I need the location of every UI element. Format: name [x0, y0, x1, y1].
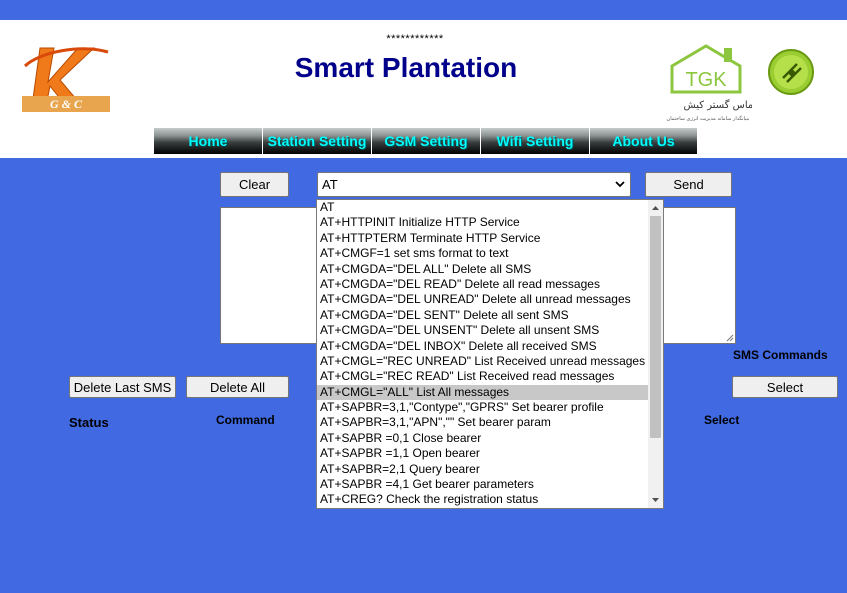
dropdown-option[interactable]: AT+CMGDA="DEL ALL" Delete all SMS [317, 262, 649, 277]
sms-commands-label: SMS Commands [733, 348, 828, 362]
dropdown-option[interactable]: AT+SAPBR=3,1,"Contype","GPRS" Set bearer… [317, 400, 649, 415]
dropdown-option[interactable]: AT+HTTPTERM Terminate HTTP Service [317, 231, 649, 246]
delete-all-button[interactable]: Delete All [186, 376, 289, 398]
header: G & C ************ Smart Plantation TGK … [0, 20, 847, 158]
dropdown-scrollbar[interactable] [648, 200, 663, 508]
dropdown-option[interactable]: AT+CMGL="REC UNREAD" List Received unrea… [317, 354, 649, 369]
dropdown-option[interactable]: AT+HTTPINIT Initialize HTTP Service [317, 215, 649, 230]
chevron-down-icon [615, 181, 625, 188]
dropdown-option[interactable]: AT+CMGDA="DEL SENT" Delete all sent SMS [317, 308, 649, 323]
nav-home[interactable]: Home [154, 128, 263, 154]
dropdown-option[interactable]: AT+CMGDA="DEL UNSENT" Delete all unsent … [317, 323, 649, 338]
tgk-logo-tagline: بنیانگذار سامانه مدیریت انرژی ساختمان [667, 115, 750, 122]
dropdown-option[interactable]: AT+CMGDA="DEL INBOX" Delete all received… [317, 339, 649, 354]
dropdown-option[interactable]: AT+SAPBR =0,1 Close bearer [317, 431, 649, 446]
delete-last-sms-button[interactable]: Delete Last SMS [69, 376, 176, 398]
resize-handle-icon[interactable] [725, 333, 734, 342]
dropdown-option[interactable]: AT+SAPBR =1,1 Open bearer [317, 446, 649, 461]
dropdown-option[interactable]: AT+SAPBR=2,1 Query bearer [317, 462, 649, 477]
dropdown-options: AT AT+HTTPINIT Initialize HTTP Service AT+… [317, 200, 649, 508]
dropdown-option[interactable]: AT+CMGF=1 set sms format to text [317, 246, 649, 261]
nav-about-us[interactable]: About Us [590, 128, 697, 154]
dropdown-option[interactable]: AT+CREG? Check the registration status [317, 492, 649, 507]
nav-wifi-setting[interactable]: Wifi Setting [481, 128, 590, 154]
status-header: Status [69, 415, 109, 430]
select-button[interactable]: Select [732, 376, 838, 398]
dropdown-option[interactable]: AT [317, 200, 649, 215]
nav-station-setting[interactable]: Station Setting [263, 128, 372, 154]
dropdown-option[interactable]: AT+SAPBR=3,1,"APN","" Set bearer param [317, 415, 649, 430]
command-select[interactable]: AT [317, 172, 631, 197]
dropdown-option[interactable]: AT+CMGL="REC READ" List Received read me… [317, 369, 649, 384]
command-dropdown-list[interactable]: AT AT+HTTPINIT Initialize HTTP Service AT+… [316, 199, 664, 509]
tgk-logo-text: TGK [685, 69, 727, 91]
nav-gsm-setting[interactable]: GSM Setting [372, 128, 481, 154]
command-select-value: AT [322, 177, 338, 192]
select-header: Select [704, 413, 740, 427]
scrollbar-thumb[interactable] [650, 216, 661, 438]
dropdown-option[interactable]: AT+SAPBR =4,1 Get bearer parameters [317, 477, 649, 492]
tgk-logo-subtitle: تماس گستر کیش [684, 99, 752, 111]
command-header: Command [216, 413, 275, 427]
dropdown-option[interactable]: AT+CMGDA="DEL UNREAD" Delete all unread … [317, 292, 649, 307]
satellite-logo-icon [767, 48, 815, 96]
scroll-down-arrow-icon[interactable] [651, 496, 660, 504]
logo-text: G & C [50, 97, 83, 111]
main-nav: Home Station Setting GSM Setting Wifi Se… [154, 128, 697, 154]
dropdown-option[interactable]: AT+CMGL="ALL" List All messages [317, 384, 649, 401]
tgk-logo: TGK تماس گستر کیش بنیانگذار سامانه مدیری… [660, 42, 757, 124]
scroll-up-arrow-icon[interactable] [651, 204, 660, 212]
send-button[interactable]: Send [645, 172, 732, 197]
clear-button[interactable]: Clear [220, 172, 289, 197]
dropdown-option[interactable]: AT+CMGDA="DEL READ" Delete all read mess… [317, 277, 649, 292]
